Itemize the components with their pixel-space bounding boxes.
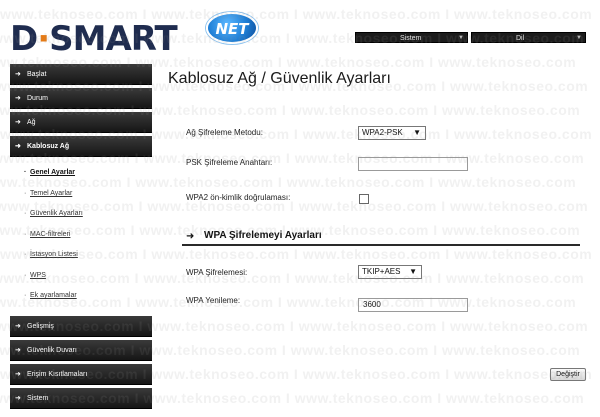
arrow-right-icon: ➜	[15, 323, 21, 330]
wpa-encryption-select[interactable]: TKIP+AES ▼	[358, 265, 422, 279]
dropdown-caret-icon: ▼	[413, 128, 421, 137]
subitem-guvenlik-ayarlari[interactable]: · Güvenlik Ayarları	[24, 210, 83, 217]
dropdown-caret-icon: ▼	[409, 267, 417, 276]
arrow-right-icon: ➜	[15, 119, 21, 126]
wpa2-preauth-checkbox[interactable]	[359, 194, 369, 204]
wpa-renewal-input[interactable]: 3600	[358, 298, 468, 312]
arrow-right-icon: ➜	[15, 71, 21, 78]
system-select[interactable]: Sistem ▼	[355, 32, 468, 43]
chevron-down-icon: ▼	[458, 35, 464, 41]
sidebar: ➜ Başlat ➜ Durum ➜ Ağ ➜ Kablosuz Ağ · Genel A…	[10, 60, 152, 412]
psk-key-label: PSK Şifreleme Anahtarı:	[186, 158, 273, 167]
psk-key-input[interactable]	[358, 157, 468, 171]
arrow-right-icon: ➜	[15, 371, 21, 378]
subitem-mac-filtreleri[interactable]: · MAC-filtreleri	[24, 231, 70, 238]
arrow-right-icon: ➜	[15, 143, 21, 150]
sidebar-item-baslat[interactable]: ➜ Başlat	[10, 64, 152, 85]
arrow-right-icon: ➜	[15, 347, 21, 354]
arrow-right-icon: ➜	[15, 395, 21, 402]
sidebar-item-kablosuz-ag[interactable]: ➜ Kablosuz Ağ	[10, 136, 152, 157]
sidebar-item-gelismis[interactable]: ➜ Gelişmiş	[10, 316, 152, 337]
header: D·SMART NET Sistem ▼ Dil ▼	[0, 0, 600, 59]
subitem-istasyon-listesi[interactable]: · İstasyon Listesi	[24, 251, 78, 258]
subitem-ek-ayarlamalar[interactable]: · Ek ayarlamalar	[24, 292, 77, 299]
wpa-renewal-label: WPA Yenileme:	[186, 296, 241, 305]
arrow-right-icon: ➜	[15, 95, 21, 102]
sidebar-item-durum[interactable]: ➜ Durum	[10, 88, 152, 109]
encryption-method-select[interactable]: WPA2-PSK ▼	[358, 126, 426, 140]
sidebar-item-guvenlik-duvari[interactable]: ➜ Güvenlik Duvarı	[10, 340, 152, 361]
page-title: Kablosuz Ağ / Güvenlik Ayarları	[168, 70, 391, 87]
logo-wordmark: D·SMART	[10, 19, 178, 59]
wpa-section-title: WPA Şifrelemeyi Ayarları	[204, 230, 322, 241]
chevron-down-icon: ▼	[576, 35, 582, 41]
subitem-temel-ayarlar[interactable]: · Temel Ayarlar	[24, 190, 72, 197]
sidebar-item-sistem[interactable]: ➜ Sistem	[10, 388, 152, 409]
sidebar-item-erisim-kisitlamalari[interactable]: ➜ Erişim Kısıtlamaları	[10, 364, 152, 385]
logo-net-badge: NET	[206, 12, 258, 44]
sidebar-item-ag[interactable]: ➜ Ağ	[10, 112, 152, 133]
wpa2-preauth-label: WPA2 ön-kimlik doğrulaması:	[186, 193, 291, 202]
dsmart-net-logo: D·SMART NET	[10, 8, 258, 59]
main-content: Kablosuz Ağ / Güvenlik Ayarları Ağ Şifre…	[158, 60, 598, 415]
arrow-right-icon: ➜	[186, 231, 195, 242]
apply-button[interactable]: Değiştir	[550, 368, 586, 381]
subitem-genel-ayarlar[interactable]: · Genel Ayarlar	[24, 169, 75, 176]
wpa-encryption-label: WPA Şifrelemesi:	[186, 268, 248, 277]
encryption-method-label: Ağ Şifreleme Metodu:	[186, 128, 263, 137]
wpa-settings-section: ➜ WPA Şifrelemeyi Ayarları	[182, 228, 580, 246]
language-select[interactable]: Dil ▼	[471, 32, 586, 43]
subitem-wps[interactable]: · WPS	[24, 272, 46, 279]
